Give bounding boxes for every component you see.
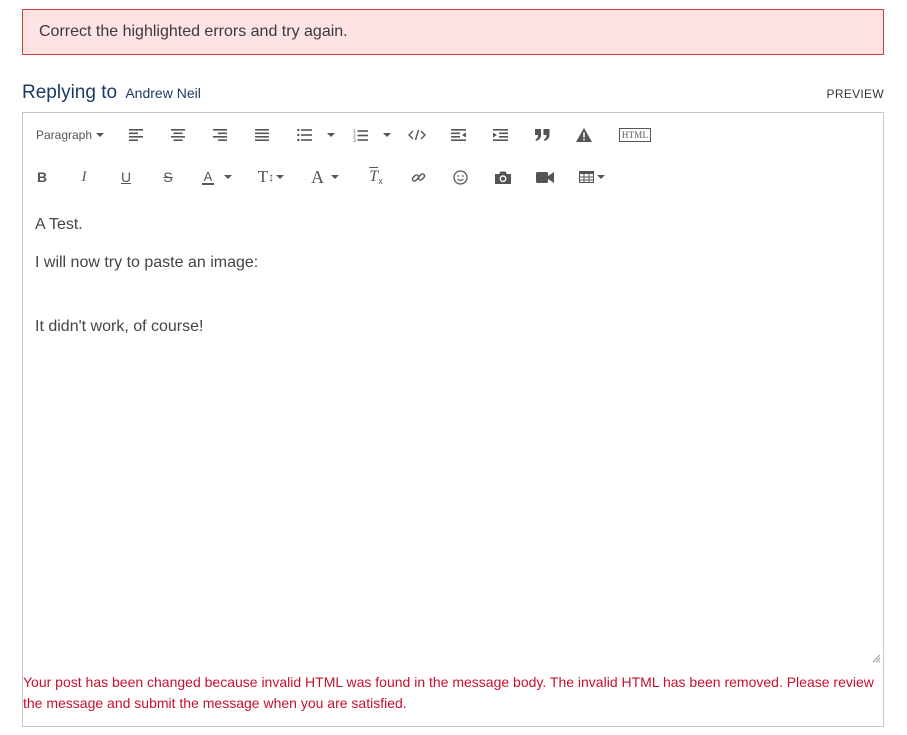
insert-link-button[interactable]: [407, 157, 429, 197]
emoji-button[interactable]: [449, 157, 471, 197]
italic-icon: I: [81, 168, 87, 185]
strikethrough-button[interactable]: S: [157, 157, 179, 197]
numbered-list-icon: 1 2 3: [353, 129, 368, 142]
quote-icon: [534, 129, 549, 141]
bold-icon: B: [36, 169, 48, 185]
chevron-down-icon: [276, 175, 285, 179]
reply-user-link[interactable]: Andrew Neil: [125, 85, 200, 101]
blockquote-button[interactable]: [531, 115, 553, 155]
svg-text:3: 3: [353, 138, 356, 142]
alert-text: Correct the highlighted errors and try a…: [39, 23, 348, 40]
font-family-icon: A: [311, 166, 324, 187]
code-button[interactable]: [405, 115, 429, 155]
chevron-down-icon: [597, 175, 605, 179]
chevron-down-icon: [327, 133, 335, 137]
code-icon: [408, 129, 426, 141]
clear-format-icon: T: [369, 168, 379, 185]
bulleted-list-button[interactable]: [293, 115, 315, 155]
outdent-button[interactable]: [447, 115, 469, 155]
validation-error-message: Your post has been changed because inval…: [23, 674, 874, 711]
smiley-icon: [452, 169, 468, 185]
paragraph-format-label: Paragraph: [35, 128, 93, 142]
align-justify-icon: [255, 129, 269, 141]
align-center-icon: [171, 129, 185, 141]
align-right-icon: [213, 129, 227, 141]
outdent-icon: [450, 129, 466, 141]
chevron-down-icon: [383, 133, 391, 137]
error-alert: Correct the highlighted errors and try a…: [22, 9, 884, 55]
content-line: A Test.: [35, 216, 83, 233]
indent-icon: [492, 129, 508, 141]
camera-icon: [495, 171, 511, 184]
reply-header: Replying to Andrew Neil PREVIEW: [22, 82, 884, 106]
bulleted-list-dropdown[interactable]: [323, 115, 335, 155]
font-family-button[interactable]: A: [305, 157, 345, 197]
indent-button[interactable]: [489, 115, 511, 155]
resize-handle-icon[interactable]: [871, 653, 881, 663]
clear-x-icon: x: [378, 176, 383, 186]
align-right-button[interactable]: [209, 115, 231, 155]
italic-button[interactable]: I: [73, 157, 95, 197]
font-size-button[interactable]: T ↕: [253, 157, 289, 197]
bold-button[interactable]: B: [31, 157, 53, 197]
preview-button[interactable]: PREVIEW: [827, 87, 884, 101]
spoiler-warning-button[interactable]: [573, 115, 595, 155]
chevron-down-icon: [331, 175, 339, 179]
numbered-list-dropdown[interactable]: [379, 115, 391, 155]
font-color-button[interactable]: A: [197, 157, 237, 197]
strikethrough-icon: S: [163, 169, 173, 185]
insert-table-button[interactable]: [575, 157, 609, 197]
clear-formatting-button[interactable]: Tx: [365, 157, 387, 197]
align-left-icon: [129, 129, 143, 141]
underline-button[interactable]: U: [115, 157, 137, 197]
font-size-small-icon: ↕: [268, 170, 275, 184]
html-icon: HTML: [618, 128, 652, 142]
underline-icon: U: [120, 169, 132, 185]
warning-icon: [576, 128, 592, 142]
align-justify-button[interactable]: [251, 115, 273, 155]
rich-text-editor: Paragraph 1 2 3 HTML B I U S A T ↕ A T x…: [22, 112, 884, 727]
paragraph-format-dropdown[interactable]: Paragraph: [35, 115, 105, 155]
chevron-down-icon: [224, 175, 233, 179]
numbered-list-button[interactable]: 1 2 3: [349, 115, 371, 155]
toolbar-row-1: Paragraph 1 2 3 HTML: [23, 115, 883, 155]
table-icon: [579, 171, 594, 183]
font-color-icon: A: [201, 168, 215, 185]
insert-video-button[interactable]: [533, 157, 557, 197]
chevron-down-icon: [96, 133, 105, 137]
reply-title: Replying to Andrew Neil: [22, 82, 201, 104]
align-center-button[interactable]: [167, 115, 189, 155]
content-line: I will now try to paste an image:: [35, 254, 259, 271]
bullet-list-icon: [296, 129, 312, 141]
align-left-button[interactable]: [125, 115, 147, 155]
link-icon: [411, 172, 425, 182]
video-camera-icon: [536, 171, 554, 183]
html-source-button[interactable]: HTML: [615, 115, 655, 155]
font-size-icon: T: [257, 167, 269, 186]
toolbar-row-2: B I U S A T ↕ A Tx: [23, 157, 883, 197]
insert-image-button[interactable]: [491, 157, 515, 197]
replying-to-label: Replying to: [22, 82, 118, 103]
content-line: It didn't work, of course!: [35, 318, 204, 335]
